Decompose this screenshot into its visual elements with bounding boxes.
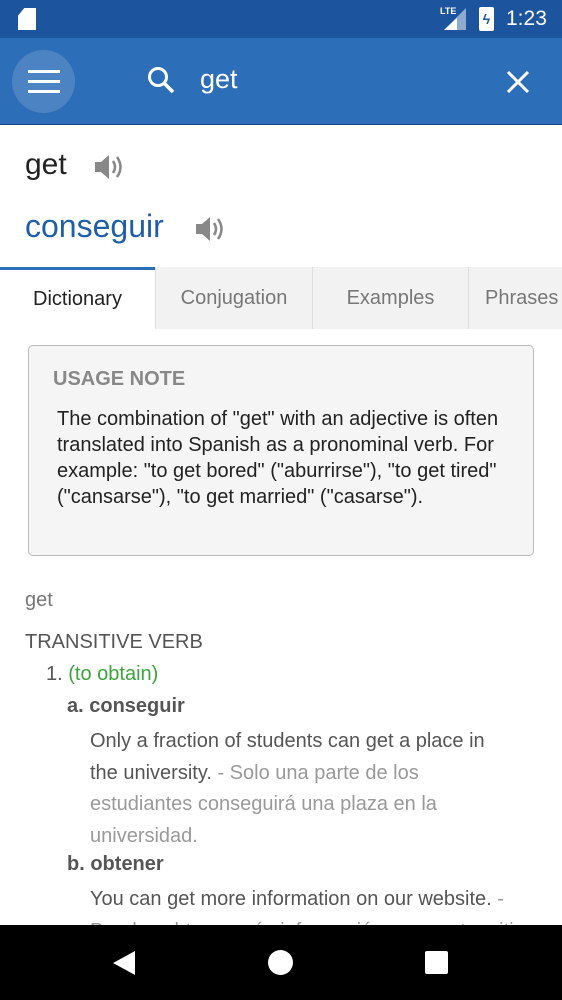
subsense-word[interactable]: conseguir <box>89 695 185 717</box>
menu-button[interactable] <box>12 50 75 113</box>
subsense-a: a. conseguir <box>67 695 185 717</box>
tab-conjugation[interactable]: Conjugation <box>155 267 312 329</box>
speaker-icon[interactable] <box>193 213 225 245</box>
navigation-bar <box>0 925 562 1000</box>
translation: conseguir <box>25 208 164 244</box>
status-bar: LTE ϟ 1:23 <box>0 0 562 38</box>
back-button[interactable] <box>113 951 135 975</box>
tab-bar: Dictionary Conjugation Examples Phrases <box>0 267 562 329</box>
search-icon <box>148 67 175 94</box>
sense: 1. (to obtain) <box>46 663 159 685</box>
sense-gloss: (to obtain) <box>68 663 159 685</box>
tab-examples[interactable]: Examples <box>312 267 468 329</box>
clock: 1:23 <box>506 7 547 30</box>
battery-charging-icon: ϟ <box>479 7 494 31</box>
close-icon[interactable] <box>505 69 531 95</box>
app-bar: get <box>0 38 562 125</box>
usage-note-text: The combination of "get" with an adjecti… <box>57 408 499 508</box>
part-of-speech: TRANSITIVE VERB <box>25 631 203 653</box>
headword: get <box>25 148 67 181</box>
signal-icon: LTE <box>440 6 466 30</box>
subsense-b: b. obtener <box>67 853 164 875</box>
tab-phrases[interactable]: Phrases <box>468 267 562 329</box>
speaker-icon[interactable] <box>92 151 124 183</box>
search-input[interactable]: get <box>200 64 238 95</box>
subsense-word[interactable]: obtener <box>90 853 163 875</box>
entry-word: get <box>25 589 53 611</box>
recents-button[interactable] <box>425 951 448 974</box>
sd-card-icon <box>18 8 36 30</box>
entry: get TRANSITIVE VERB 1. (to obtain) a. co… <box>0 585 562 973</box>
tab-dictionary[interactable]: Dictionary <box>0 267 155 329</box>
usage-note-title: USAGE NOTE <box>53 368 186 390</box>
home-button[interactable] <box>268 950 293 975</box>
usage-note: USAGE NOTE The combination of "get" with… <box>28 345 534 556</box>
example: Only a fraction of students can get a pl… <box>90 730 485 847</box>
